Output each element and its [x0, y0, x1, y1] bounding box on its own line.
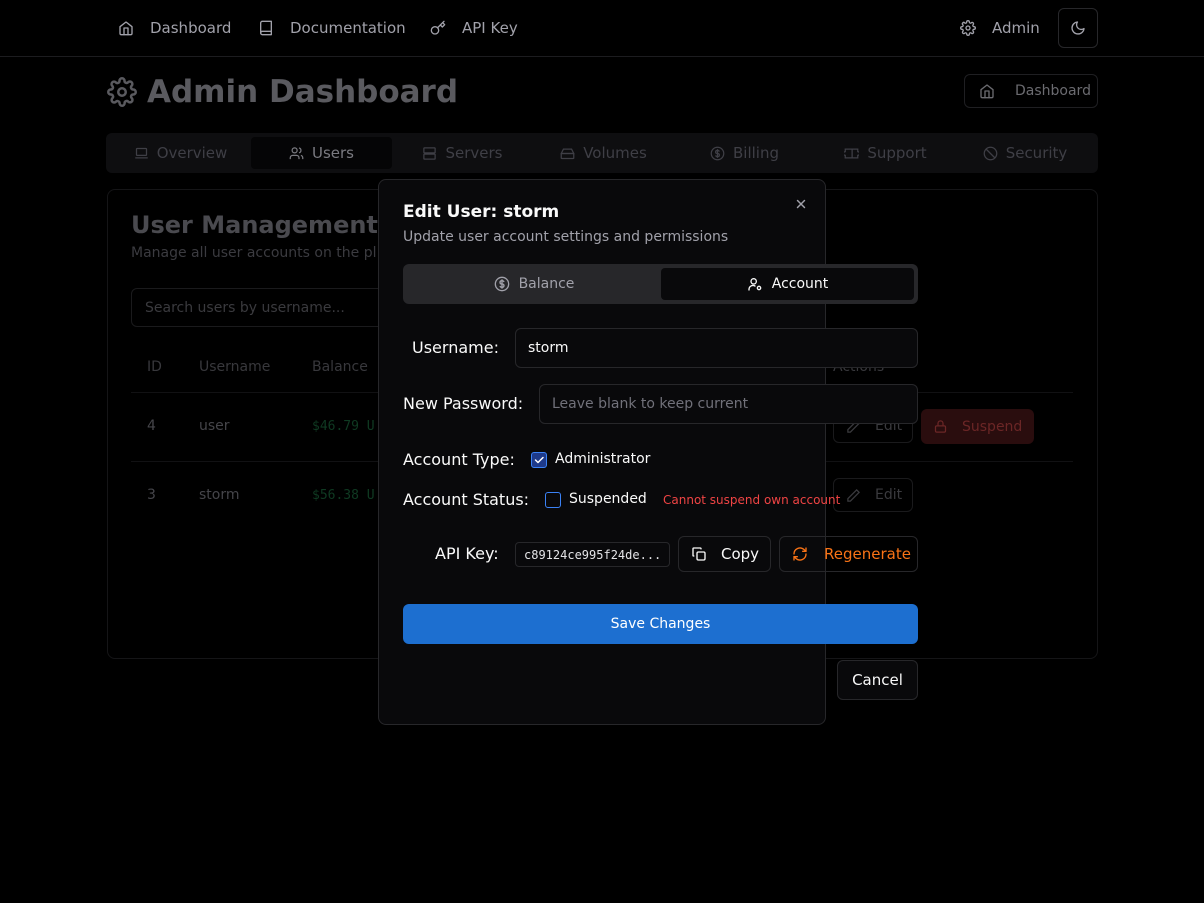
api-key-label: API Key:	[435, 544, 499, 563]
top-navigation: Dashboard Documentation API Key Admin	[0, 0, 1204, 57]
new-password-label: New Password:	[403, 394, 524, 413]
cancel-button[interactable]: Cancel	[837, 660, 918, 700]
copy-api-key-button[interactable]: Copy	[678, 536, 771, 572]
suspended-label: Suspended	[569, 491, 647, 507]
row-id: 3	[147, 487, 156, 503]
home-icon	[118, 20, 134, 36]
tab-overview-label: Overview	[156, 144, 228, 162]
dialog-title: Edit User: storm	[403, 202, 560, 222]
close-dialog-button[interactable]	[792, 195, 810, 213]
header-dashboard-button[interactable]: Dashboard	[964, 74, 1098, 108]
tab-servers-label: Servers	[445, 144, 503, 162]
suspend-user-button[interactable]: Suspend	[921, 409, 1034, 444]
user-management-title: User Management	[131, 211, 378, 239]
tab-support-label: Support	[867, 144, 927, 162]
pencil-icon	[846, 488, 861, 503]
dialog-description: Update user account settings and permiss…	[403, 229, 729, 245]
row-username: storm	[199, 487, 240, 503]
row-username: user	[199, 418, 230, 434]
nav-api-key-link[interactable]: API Key	[430, 17, 518, 39]
regenerate-api-key-button[interactable]: Regenerate	[779, 536, 918, 572]
tab-support[interactable]: Support	[815, 137, 956, 169]
regenerate-label: Regenerate	[824, 545, 911, 563]
laptop-icon	[134, 146, 149, 161]
copy-label: Copy	[721, 545, 760, 563]
theme-toggle-button[interactable]	[1058, 8, 1098, 48]
tab-overview[interactable]: Overview	[110, 137, 251, 169]
row-balance: $56.38 U	[312, 488, 375, 503]
lock-icon	[933, 419, 948, 434]
nav-admin-link[interactable]: Admin	[960, 17, 1040, 39]
book-icon	[258, 20, 274, 36]
nav-dashboard-link[interactable]: Dashboard	[118, 17, 231, 39]
new-password-input[interactable]: Leave blank to keep current	[539, 384, 918, 424]
hard-drive-icon	[560, 146, 575, 161]
edit-label: Edit	[875, 487, 903, 503]
column-header-id: ID	[147, 359, 162, 375]
column-header-username: Username	[199, 359, 271, 375]
tab-billing-label: Billing	[733, 144, 779, 162]
row-balance: $46.79 U	[312, 419, 375, 434]
tab-account[interactable]: Account	[661, 268, 914, 300]
close-icon	[794, 197, 808, 211]
nav-documentation-link[interactable]: Documentation	[258, 17, 406, 39]
tab-balance[interactable]: Balance	[407, 268, 661, 300]
tab-volumes[interactable]: Volumes	[533, 137, 674, 169]
tab-security[interactable]: Security	[956, 137, 1094, 169]
suspend-label: Suspend	[962, 418, 1023, 435]
administrator-label: Administrator	[555, 451, 651, 467]
home-icon	[979, 83, 995, 99]
nav-dashboard-label: Dashboard	[150, 19, 232, 37]
tab-balance-label: Balance	[518, 276, 575, 292]
nav-admin-label: Admin	[992, 19, 1040, 37]
key-icon	[430, 20, 446, 36]
api-key-field[interactable]: c89124ce995f24de...	[515, 542, 670, 567]
users-icon	[289, 146, 304, 161]
column-header-balance: Balance	[312, 359, 368, 375]
header-dashboard-label: Dashboard	[1015, 83, 1091, 99]
user-cog-icon	[747, 276, 763, 292]
admin-tabs: Overview Users Servers Volumes Billing S…	[106, 133, 1098, 173]
user-management-subtitle: Manage all user accounts on the pl	[131, 245, 377, 261]
moon-icon	[1070, 20, 1086, 36]
gear-icon	[960, 20, 976, 36]
tab-billing[interactable]: Billing	[674, 137, 815, 169]
copy-icon	[691, 546, 707, 562]
edit-user-button[interactable]: Edit	[833, 478, 913, 512]
nav-documentation-label: Documentation	[290, 19, 406, 37]
page-title: Admin Dashboard	[147, 74, 459, 110]
gear-icon	[107, 77, 137, 107]
suspend-warning: Cannot suspend own account	[663, 493, 841, 507]
tab-account-label: Account	[771, 276, 829, 292]
server-icon	[422, 146, 437, 161]
tab-users[interactable]: Users	[251, 137, 392, 169]
tab-servers[interactable]: Servers	[392, 137, 533, 169]
ban-icon	[983, 146, 998, 161]
tab-security-label: Security	[1005, 144, 1068, 162]
refresh-icon	[792, 546, 808, 562]
tab-users-label: Users	[311, 144, 354, 162]
page-header: Admin Dashboard	[107, 74, 458, 110]
dialog-tabs: Balance Account	[403, 264, 918, 304]
nav-api-key-label: API Key	[462, 19, 518, 37]
dollar-circle-icon	[494, 276, 510, 292]
check-icon	[533, 454, 545, 466]
dollar-circle-icon	[710, 146, 725, 161]
tab-volumes-label: Volumes	[583, 144, 647, 162]
username-input[interactable]: storm	[515, 328, 918, 368]
username-label: Username:	[412, 338, 499, 357]
account-type-label: Account Type:	[403, 450, 515, 469]
suspended-checkbox[interactable]	[545, 492, 561, 508]
user-search-input[interactable]: Search users by username...	[131, 288, 391, 327]
administrator-checkbox[interactable]	[531, 452, 547, 468]
ticket-icon	[844, 146, 860, 161]
row-id: 4	[147, 418, 156, 434]
account-status-label: Account Status:	[403, 490, 530, 509]
save-changes-button[interactable]: Save Changes	[403, 604, 918, 644]
